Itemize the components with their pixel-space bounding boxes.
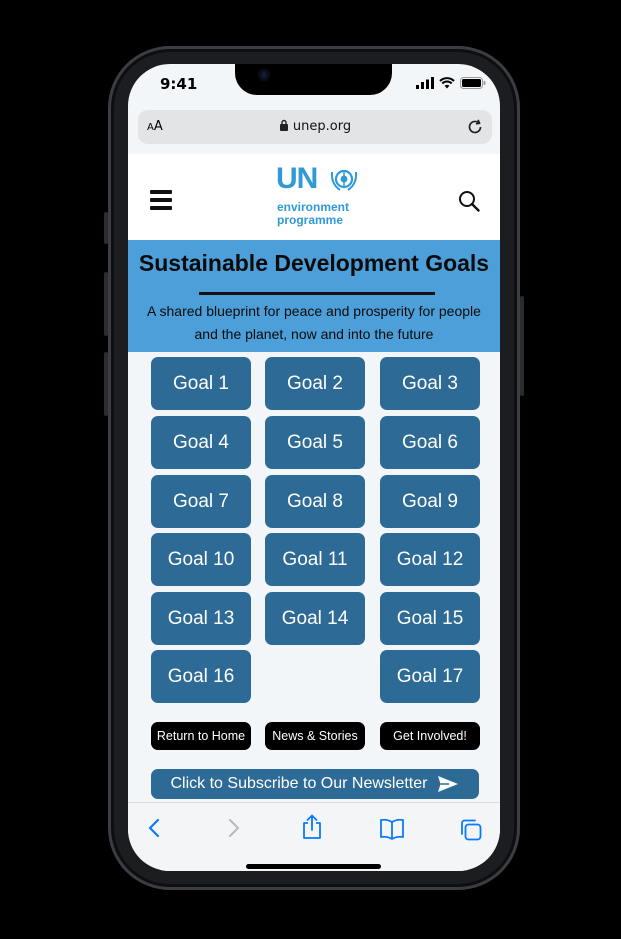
goal-4-button[interactable]: Goal 4 [151, 416, 251, 469]
goal-15-button[interactable]: Goal 15 [380, 592, 480, 645]
goal-5-button[interactable]: Goal 5 [265, 416, 365, 469]
news-stories-button[interactable]: News & Stories [265, 722, 365, 750]
get-involved-button[interactable]: Get Involved! [380, 722, 480, 750]
goal-13-button[interactable]: Goal 13 [151, 592, 251, 645]
tabs-icon[interactable] [459, 818, 483, 842]
goal-10-button[interactable]: Goal 10 [151, 533, 251, 586]
share-icon[interactable] [301, 814, 323, 840]
home-indicator [246, 864, 381, 869]
goal-6-button[interactable]: Goal 6 [380, 416, 480, 469]
subscribe-label: Click to Subscribe to Our Newsletter [170, 775, 428, 792]
subscribe-newsletter-button[interactable]: Click to Subscribe to Our Newsletter [151, 769, 479, 799]
silent-switch [104, 212, 108, 244]
chevron-right-icon[interactable] [226, 817, 242, 839]
phone-screen: 9:41 AAAA unep.org UN environment progra… [128, 64, 500, 871]
power-button [520, 296, 524, 396]
goal-17-button[interactable]: Goal 17 [380, 650, 480, 703]
goal-16-button[interactable]: Goal 16 [151, 650, 251, 703]
volume-down-button [104, 352, 108, 416]
return-home-button[interactable]: Return to Home [151, 722, 251, 750]
goal-14-button[interactable]: Goal 14 [265, 592, 365, 645]
send-icon [438, 776, 459, 792]
goals-grid: Goal 1 Goal 2 Goal 3 Goal 4 Goal 5 Goal … [128, 64, 500, 871]
goal-3-button[interactable]: Goal 3 [380, 357, 480, 410]
goal-1-button[interactable]: Goal 1 [151, 357, 251, 410]
volume-up-button [104, 272, 108, 336]
goal-12-button[interactable]: Goal 12 [380, 533, 480, 586]
chevron-left-icon[interactable] [146, 817, 162, 839]
goal-8-button[interactable]: Goal 8 [265, 475, 365, 528]
book-icon[interactable] [379, 818, 405, 840]
goal-11-button[interactable]: Goal 11 [265, 533, 365, 586]
safari-toolbar [128, 802, 500, 871]
goal-2-button[interactable]: Goal 2 [265, 357, 365, 410]
goal-7-button[interactable]: Goal 7 [151, 475, 251, 528]
goal-9-button[interactable]: Goal 9 [380, 475, 480, 528]
